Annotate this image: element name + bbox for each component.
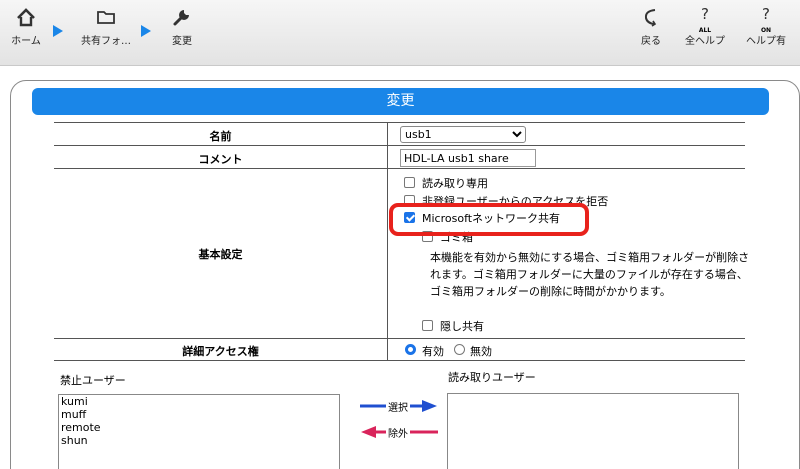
ms-network-label: Microsoftネットワーク共有 (422, 212, 561, 225)
help-icon: ? (762, 6, 770, 23)
back-icon (644, 9, 657, 27)
divider (387, 122, 388, 360)
home-label: ホーム (11, 36, 41, 47)
page-title: 変更 (32, 88, 769, 115)
access-disabled-radio[interactable] (454, 344, 465, 355)
list-item[interactable]: muff (59, 408, 339, 421)
hidden-share-checkbox[interactable] (422, 320, 433, 331)
access-enabled-radio[interactable] (405, 344, 416, 355)
list-item[interactable]: kumi (59, 395, 339, 408)
breadcrumb-arrow-icon (53, 25, 63, 37)
trash-note: 本機能を有効から無効にする場合、ゴミ箱用フォルダーが削除されます。ゴミ箱用フォル… (430, 251, 750, 298)
all-help-badge: ALL (698, 27, 712, 34)
folder-icon (97, 11, 115, 24)
help-icon: ? (701, 6, 709, 23)
remove-button-label: 除外 (386, 425, 410, 440)
read-users-label: 読み取りユーザー (448, 371, 536, 384)
access-label: 詳細アクセス権 (182, 345, 259, 358)
home-button[interactable]: ホーム (6, 6, 46, 47)
banned-users-label: 禁止ユーザー (60, 374, 126, 387)
basic-settings-label: 基本設定 (198, 248, 243, 261)
breadcrumb-arrow-icon (141, 25, 151, 37)
change-label: 変更 (172, 36, 192, 47)
help-on-label: ヘルプ有 (746, 36, 786, 47)
list-item[interactable]: shun (59, 434, 339, 447)
select-button[interactable]: 選択 (360, 398, 438, 414)
comment-label: コメント (198, 153, 243, 166)
remove-button[interactable]: 除外 (360, 424, 438, 440)
divider (54, 360, 745, 361)
access-enabled-label: 有効 (422, 345, 444, 358)
banned-users-list[interactable]: kumi muff remote shun (58, 394, 340, 469)
list-item[interactable]: remote (59, 421, 339, 434)
divider (54, 145, 745, 146)
divider (54, 122, 745, 123)
svg-text:?: ? (701, 6, 709, 23)
read-users-list[interactable] (447, 393, 739, 469)
divider (54, 338, 745, 339)
svg-text:?: ? (762, 6, 770, 23)
ms-network-checkbox[interactable] (404, 212, 415, 223)
back-button[interactable]: 戻る (634, 6, 668, 47)
back-label: 戻る (641, 36, 661, 47)
select-button-label: 選択 (386, 399, 410, 414)
shared-folder-label: 共有フォ… (81, 36, 131, 47)
help-on-button[interactable]: ? ON ヘルプ有 (738, 6, 794, 47)
change-button[interactable]: 変更 (162, 6, 202, 47)
home-icon (17, 8, 35, 27)
shared-folder-button[interactable]: 共有フォ… (78, 6, 134, 47)
hidden-share-label: 隠し共有 (440, 320, 484, 333)
help-on-badge: ON (760, 27, 772, 34)
access-disabled-label: 無効 (470, 345, 492, 358)
all-help-label: 全ヘルプ (685, 36, 725, 47)
readonly-label: 読み取り専用 (422, 177, 488, 190)
name-select[interactable]: usb1 (400, 126, 526, 143)
toolbar: ホーム 共有フォ… 変更 戻る ? ALL 全ヘルプ ? ON ヘルプ有 (0, 0, 800, 66)
divider (54, 168, 745, 169)
name-label: 名前 (209, 130, 232, 143)
wrench-icon (173, 10, 189, 26)
all-help-button[interactable]: ? ALL 全ヘルプ (678, 6, 732, 47)
readonly-checkbox[interactable] (404, 177, 415, 188)
comment-input[interactable] (400, 149, 536, 167)
